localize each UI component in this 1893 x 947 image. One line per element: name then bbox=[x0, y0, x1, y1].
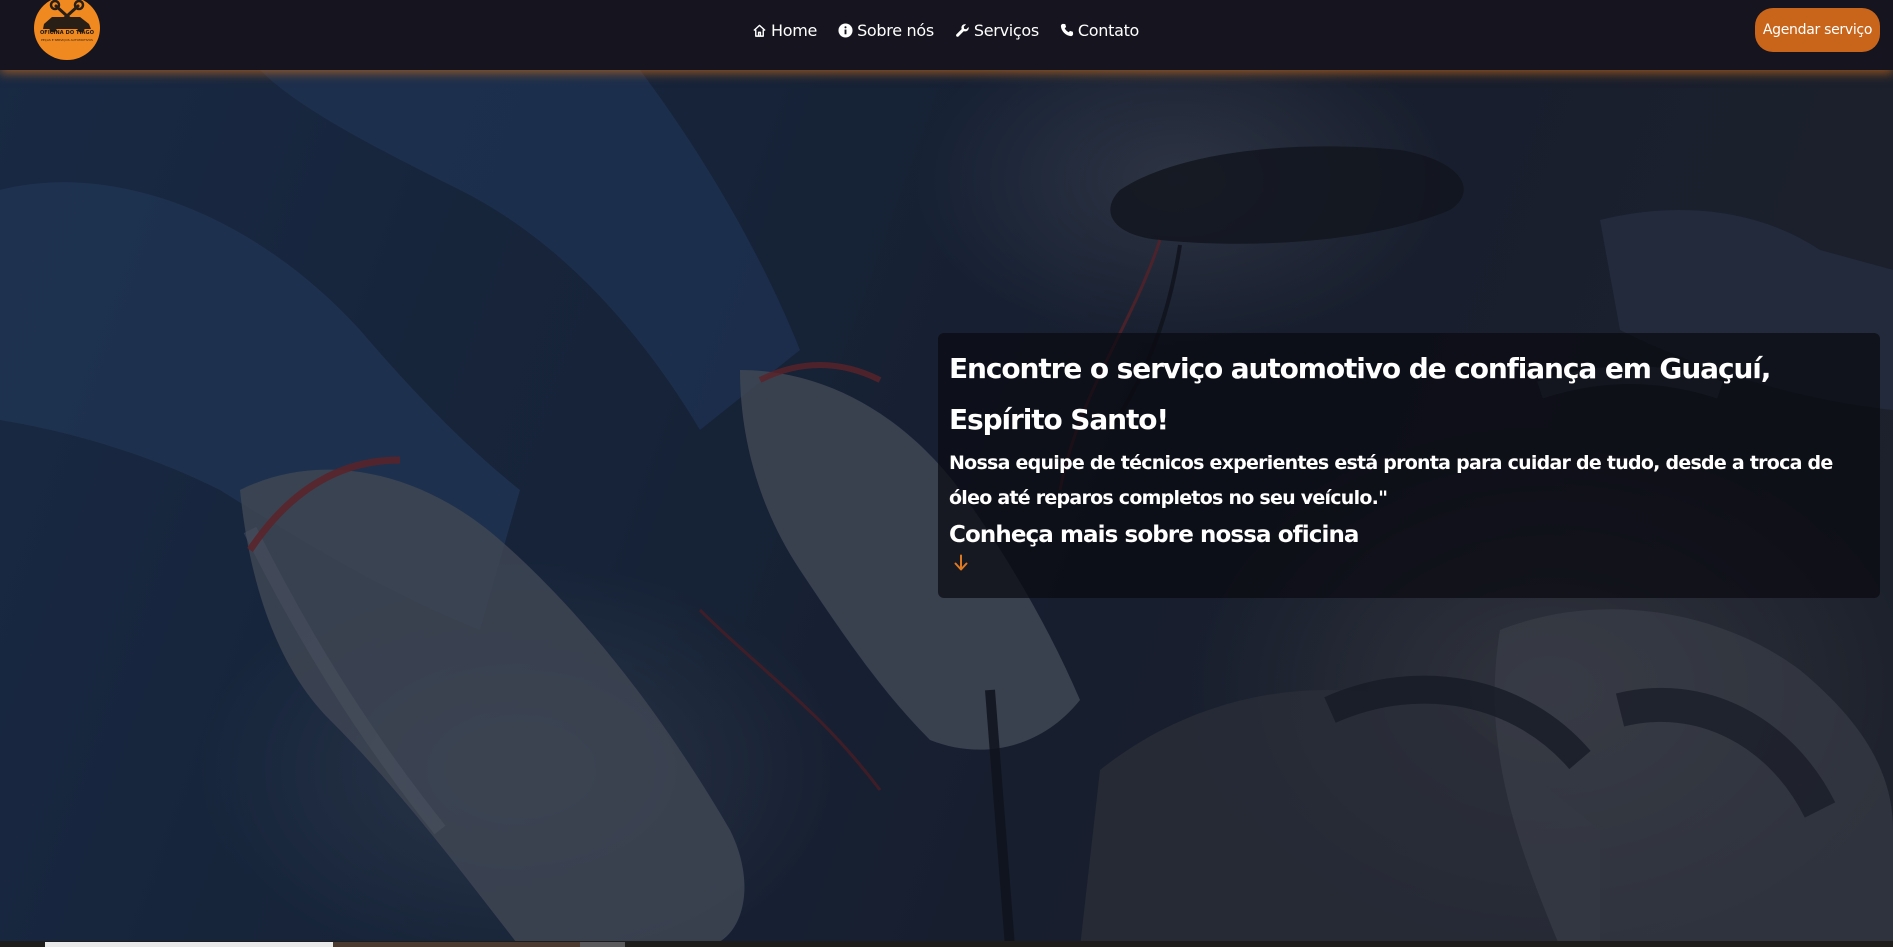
hero-section: Encontre o serviço automotivo de confian… bbox=[0, 70, 1893, 947]
logo-name: OFICINA DO TIAGO bbox=[39, 30, 95, 36]
logo-tagline: PEÇAS E SERVIÇOS AUTOMOTIVOS bbox=[41, 38, 93, 42]
nav-item-contato[interactable]: Contato bbox=[1060, 21, 1139, 40]
logo[interactable]: OFICINA DO TIAGO PEÇAS E SERVIÇOS AUTOMO… bbox=[34, 0, 100, 60]
schedule-service-button[interactable]: Agendar serviço bbox=[1755, 8, 1880, 52]
site-header: OFICINA DO TIAGO PEÇAS E SERVIÇOS AUTOMO… bbox=[0, 0, 1893, 70]
nav-item-label: Contato bbox=[1077, 20, 1140, 40]
wrench-icon bbox=[955, 23, 969, 37]
hero-title: Encontre o serviço automotivo de confian… bbox=[949, 352, 1771, 436]
carousel-indicator[interactable] bbox=[580, 942, 625, 947]
learn-more-link[interactable]: Conheça mais sobre nossa oficina bbox=[949, 518, 1359, 552]
phone-icon bbox=[1060, 23, 1074, 37]
nav-item-home[interactable]: Home bbox=[752, 21, 817, 40]
info-icon bbox=[838, 22, 853, 38]
nav-item-label: Home bbox=[771, 20, 818, 40]
home-icon bbox=[753, 24, 766, 37]
hero-description: Nossa equipe de técnicos experientes est… bbox=[949, 452, 1833, 509]
nav-item-label: Sobre nós bbox=[857, 20, 934, 40]
arrow-down-icon[interactable] bbox=[953, 554, 969, 572]
nav-item-servicos[interactable]: Serviços bbox=[955, 21, 1039, 40]
main-nav: Home Sobre nós Serviços Contato bbox=[752, 17, 1139, 43]
hero-info-box: Encontre o serviço automotivo de confian… bbox=[938, 333, 1880, 598]
carousel-indicator-active[interactable] bbox=[45, 942, 333, 947]
nav-item-label: Serviços bbox=[973, 20, 1039, 40]
carousel-indicator[interactable] bbox=[333, 942, 580, 947]
nav-item-sobre[interactable]: Sobre nós bbox=[838, 21, 934, 40]
